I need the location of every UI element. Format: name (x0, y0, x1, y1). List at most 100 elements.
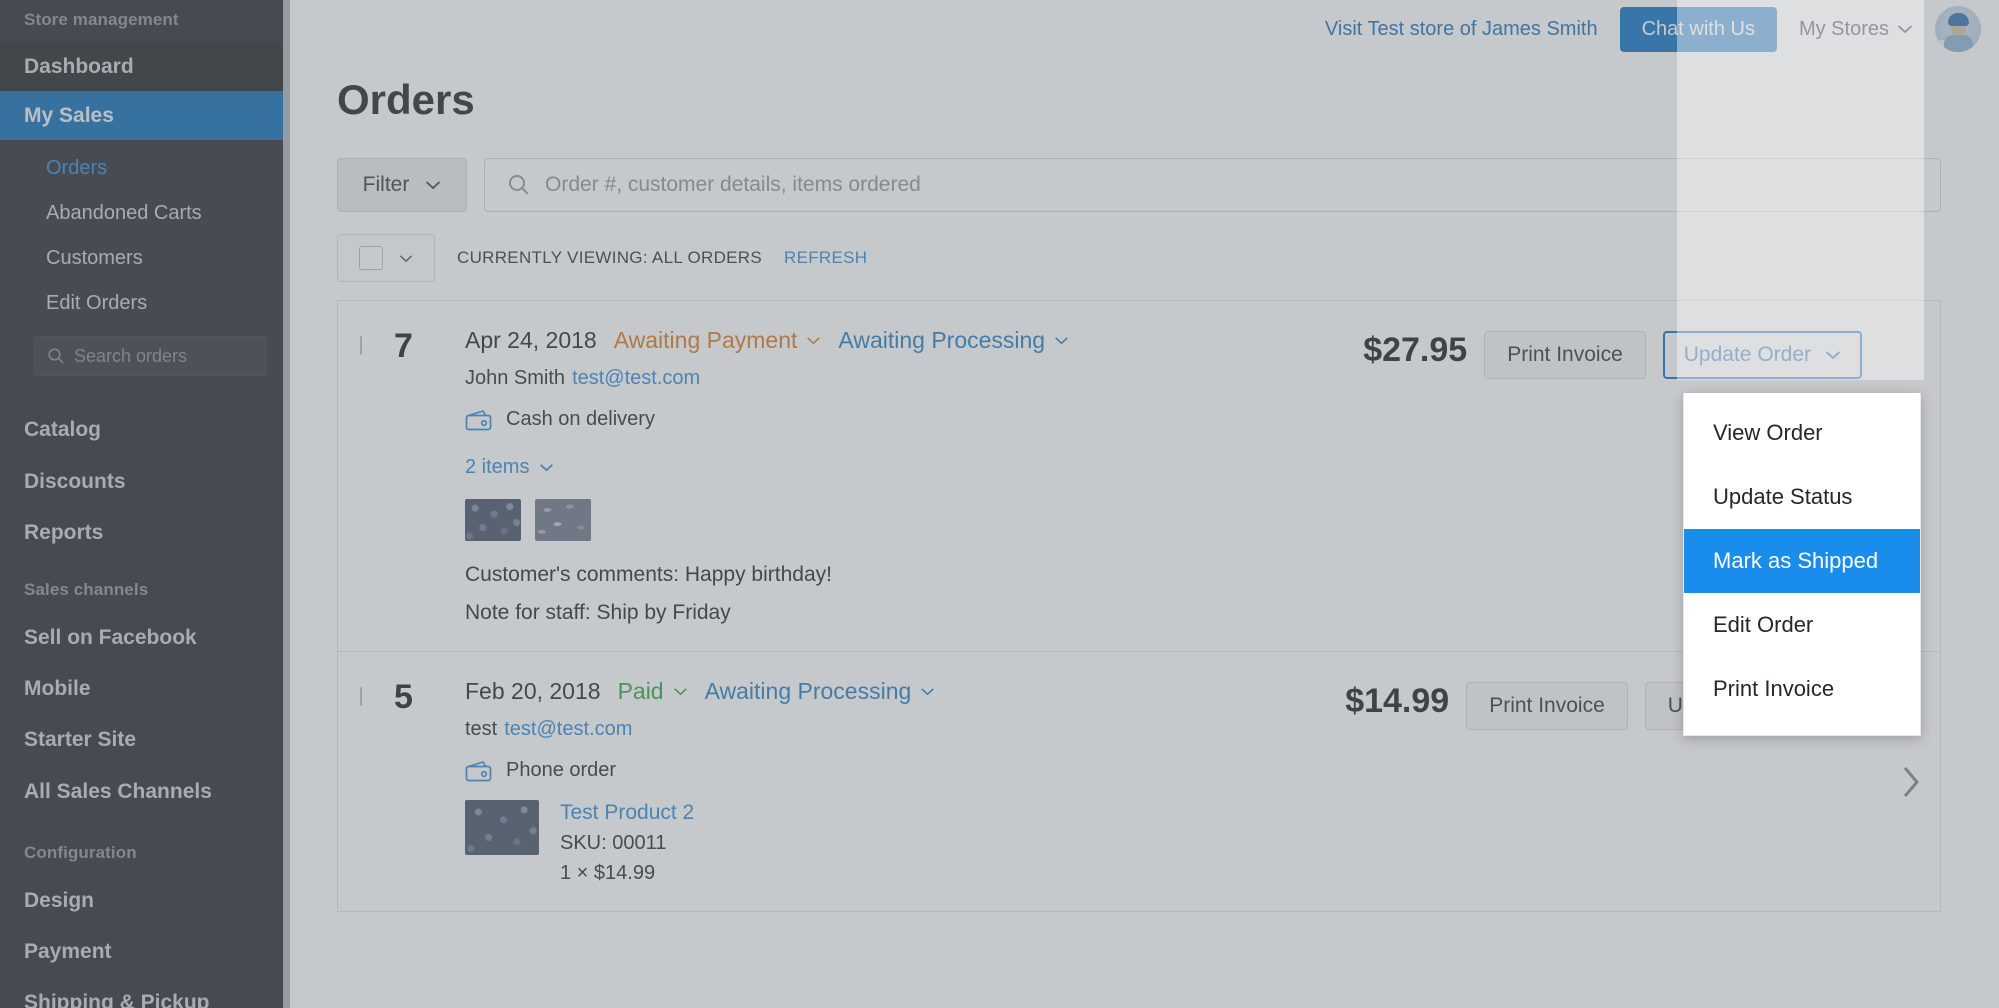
sidebar-item-catalog[interactable]: Catalog (0, 404, 290, 455)
item-thumbnail[interactable] (535, 499, 591, 541)
orders-toolbar: Filter Order #, customer details, items … (290, 124, 1999, 212)
order-row-checkbox-cell (338, 327, 394, 355)
chevron-down-icon (1054, 336, 1069, 345)
payment-status-label: Paid (618, 678, 664, 705)
sidebar-item-sell-on-facebook[interactable]: Sell on Facebook (0, 612, 290, 663)
print-invoice-button[interactable]: Print Invoice (1484, 331, 1646, 379)
update-order-button[interactable]: Update Order (1663, 331, 1862, 379)
order-number: 7 (394, 327, 442, 366)
menu-item-mark-as-shipped[interactable]: Mark as Shipped (1684, 529, 1920, 593)
item-thumbnail[interactable] (465, 800, 539, 855)
sidebar-item-my-sales[interactable]: My Sales (0, 91, 290, 140)
refresh-link[interactable]: REFRESH (784, 248, 867, 268)
my-stores-label: My Stores (1799, 18, 1889, 41)
sidebar-section-store-management: Store management (0, 0, 290, 42)
order-date: Feb 20, 2018 (465, 678, 601, 705)
sidebar-item-orders[interactable]: Orders (0, 146, 290, 191)
expand-order-chevron-icon[interactable] (1900, 764, 1922, 800)
order-checkbox[interactable] (360, 687, 362, 706)
payment-status-badge[interactable]: Paid (618, 678, 688, 705)
payment-method-label: Cash on delivery (506, 408, 655, 431)
filter-button[interactable]: Filter (337, 158, 467, 212)
sidebar: Store management Dashboard My Sales Orde… (0, 0, 290, 1008)
sidebar-item-edit-orders[interactable]: Edit Orders (0, 281, 290, 326)
fulfillment-status-badge[interactable]: Awaiting Processing (838, 327, 1069, 354)
customer-comments: Customer's comments: Happy birthday! (465, 563, 1363, 587)
chevron-down-icon (1825, 350, 1841, 360)
chevron-down-icon (920, 687, 935, 696)
payment-method-row: Phone order (465, 759, 1345, 782)
visit-store-link[interactable]: Visit Test store of James Smith (1325, 18, 1598, 41)
menu-item-edit-order[interactable]: Edit Order (1684, 593, 1920, 657)
sidebar-item-reports[interactable]: Reports (0, 507, 290, 558)
payment-method-label: Phone order (506, 759, 616, 782)
chevron-down-icon (806, 336, 821, 345)
sidebar-item-design[interactable]: Design (0, 875, 290, 926)
customer-name: John Smith (465, 367, 565, 389)
order-details: Feb 20, 2018 Paid Awaiting Processing (442, 678, 1345, 885)
customer-email[interactable]: test@test.com (504, 718, 632, 740)
sidebar-item-payment[interactable]: Payment (0, 926, 290, 977)
order-actions: $27.95 Print Invoice Update Order (1363, 327, 1940, 379)
order-details: Apr 24, 2018 Awaiting Payment Awaiting P… (442, 327, 1363, 625)
sidebar-item-customers[interactable]: Customers (0, 236, 290, 281)
items-toggle[interactable]: 2 items (465, 456, 1363, 479)
filter-label: Filter (363, 173, 410, 197)
chat-with-us-button[interactable]: Chat with Us (1620, 7, 1777, 52)
update-order-label: Update Order (1684, 343, 1811, 367)
customer-email[interactable]: test@test.com (572, 367, 700, 389)
order-total: $27.95 (1363, 331, 1467, 370)
payment-status-badge[interactable]: Awaiting Payment (614, 327, 822, 354)
sidebar-submenu-my-sales: Orders Abandoned Carts Customers Edit Or… (0, 140, 290, 398)
my-stores-dropdown[interactable]: My Stores (1799, 18, 1913, 41)
product-sku: SKU: 00011 (560, 832, 694, 855)
order-item-thumbnails (465, 499, 1363, 541)
update-order-dropdown-menu[interactable]: View Order Update Status Mark as Shipped… (1683, 393, 1921, 736)
select-all-dropdown[interactable] (337, 234, 435, 282)
chevron-down-icon (399, 254, 413, 263)
order-date: Apr 24, 2018 (465, 327, 597, 354)
chevron-down-icon (673, 687, 688, 696)
fulfillment-status-badge[interactable]: Awaiting Processing (705, 678, 936, 705)
item-thumbnail[interactable] (465, 499, 521, 541)
customer-line: test test@test.com (465, 718, 1345, 741)
order-checkbox[interactable] (360, 336, 362, 355)
print-invoice-button[interactable]: Print Invoice (1466, 682, 1628, 730)
customer-line: John Smith test@test.com (465, 367, 1363, 390)
sidebar-item-mobile[interactable]: Mobile (0, 663, 290, 714)
order-number: 5 (394, 678, 442, 717)
menu-item-update-status[interactable]: Update Status (1684, 465, 1920, 529)
sidebar-item-abandoned-carts[interactable]: Abandoned Carts (0, 191, 290, 236)
sidebar-item-shipping-pickup[interactable]: Shipping & Pickup (0, 977, 290, 1008)
sidebar-item-starter-site[interactable]: Starter Site (0, 714, 290, 765)
search-icon (47, 347, 65, 365)
customer-name: test (465, 718, 497, 740)
search-icon (507, 173, 531, 197)
order-product-row: Test Product 2 SKU: 00011 1 × $14.99 (465, 800, 1345, 885)
top-header-bar: Visit Test store of James Smith Chat wit… (290, 0, 1999, 58)
sidebar-group-main: Catalog Discounts Reports (0, 398, 290, 558)
product-name-link[interactable]: Test Product 2 (560, 801, 694, 824)
page-title: Orders (290, 58, 1999, 124)
menu-item-view-order[interactable]: View Order (1684, 401, 1920, 465)
sidebar-item-discounts[interactable]: Discounts (0, 456, 290, 507)
select-all-checkbox[interactable] (359, 246, 383, 270)
avatar[interactable] (1935, 6, 1981, 52)
menu-item-print-invoice[interactable]: Print Invoice (1684, 657, 1920, 721)
staff-note: Note for staff: Ship by Friday (465, 601, 1363, 625)
fulfillment-status-label: Awaiting Processing (705, 678, 912, 705)
chevron-down-icon (539, 463, 554, 472)
orders-search-placeholder: Order #, customer details, items ordered (545, 173, 921, 197)
sidebar-search-orders[interactable]: Search orders (34, 336, 266, 376)
chevron-down-icon (425, 180, 441, 190)
sidebar-item-all-sales-channels[interactable]: All Sales Channels (0, 766, 290, 817)
sidebar-scrollbar[interactable] (283, 0, 290, 1008)
order-row-checkbox-cell (338, 678, 394, 706)
sidebar-section-configuration: Configuration (0, 817, 290, 875)
sidebar-item-dashboard[interactable]: Dashboard (0, 42, 290, 91)
orders-search-input[interactable]: Order #, customer details, items ordered (484, 158, 1941, 212)
fulfillment-status-label: Awaiting Processing (838, 327, 1045, 354)
order-total: $14.99 (1345, 682, 1449, 721)
wallet-icon (465, 409, 492, 431)
payment-status-label: Awaiting Payment (614, 327, 798, 354)
